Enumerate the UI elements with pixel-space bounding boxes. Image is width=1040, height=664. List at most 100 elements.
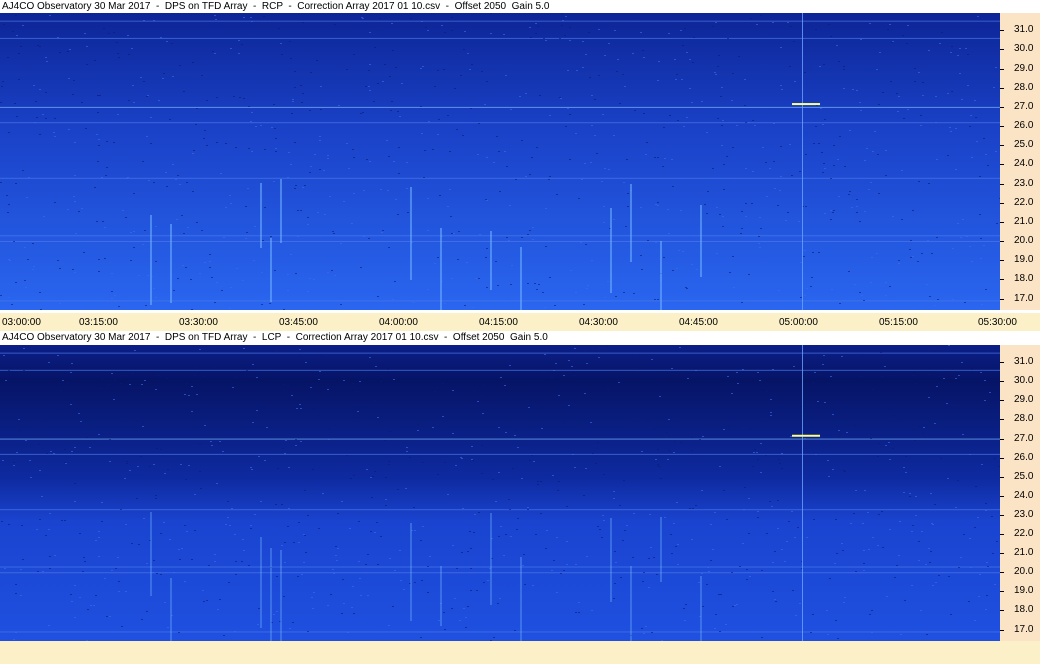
noise-speck bbox=[868, 189, 870, 190]
noise-speck bbox=[506, 237, 508, 238]
noise-speck bbox=[64, 462, 66, 463]
noise-speck bbox=[212, 51, 214, 52]
noise-speck bbox=[498, 536, 500, 537]
noise-speck bbox=[70, 372, 72, 373]
noise-speck bbox=[369, 357, 371, 358]
noise-speck bbox=[394, 281, 396, 282]
freq-tick bbox=[1000, 298, 1004, 300]
noise-speck bbox=[786, 541, 788, 542]
noise-speck bbox=[153, 288, 155, 289]
noise-speck bbox=[295, 439, 297, 440]
noise-speck bbox=[649, 402, 651, 403]
noise-speck bbox=[97, 112, 99, 113]
noise-speck bbox=[68, 78, 70, 79]
noise-speck bbox=[310, 72, 312, 73]
noise-speck bbox=[235, 377, 237, 378]
noise-speck bbox=[503, 34, 505, 35]
noise-speck bbox=[643, 633, 645, 634]
noise-speck bbox=[397, 214, 399, 215]
noise-speck bbox=[155, 495, 157, 496]
noise-speck bbox=[59, 415, 61, 416]
noise-speck bbox=[289, 628, 291, 629]
noise-speck bbox=[586, 363, 588, 364]
noise-speck bbox=[163, 522, 165, 523]
interference-line bbox=[0, 352, 1000, 354]
noise-speck bbox=[879, 52, 881, 53]
noise-speck bbox=[640, 207, 642, 208]
noise-speck bbox=[634, 110, 636, 111]
lcp-frequency-axis: 31.0 30.0 29.0 28.0 27.0 26.0 25.0 24.0 23.0 22.0… bbox=[1000, 345, 1040, 641]
noise-speck bbox=[643, 57, 645, 58]
noise-speck bbox=[957, 480, 959, 481]
noise-speck bbox=[98, 531, 100, 532]
noise-speck bbox=[714, 72, 716, 73]
noise-speck bbox=[70, 594, 72, 595]
noise-speck bbox=[442, 383, 444, 384]
noise-speck bbox=[674, 59, 676, 60]
noise-speck bbox=[320, 356, 322, 357]
noise-speck bbox=[362, 18, 364, 19]
noise-speck bbox=[392, 299, 394, 300]
noise-speck bbox=[839, 434, 841, 435]
noise-speck bbox=[584, 163, 586, 164]
noise-speck bbox=[275, 138, 277, 139]
noise-speck bbox=[173, 572, 175, 573]
noise-speck bbox=[576, 70, 578, 71]
noise-speck bbox=[772, 591, 774, 592]
noise-speck bbox=[613, 498, 615, 499]
noise-speck bbox=[534, 283, 536, 284]
noise-speck bbox=[294, 188, 296, 189]
noise-speck bbox=[935, 122, 937, 123]
noise-speck bbox=[691, 450, 693, 451]
noise-speck bbox=[108, 384, 110, 385]
noise-speck bbox=[251, 112, 253, 113]
noise-speck bbox=[902, 35, 904, 36]
noise-speck bbox=[833, 165, 835, 166]
noise-speck bbox=[292, 99, 294, 100]
noise-speck bbox=[369, 32, 371, 33]
noise-speck bbox=[980, 258, 982, 259]
noise-speck bbox=[934, 504, 936, 505]
spectrogram-background bbox=[0, 345, 1000, 641]
noise-speck bbox=[160, 533, 162, 534]
noise-speck bbox=[655, 395, 657, 396]
noise-speck bbox=[575, 387, 577, 388]
noise-speck bbox=[660, 478, 662, 479]
noise-speck bbox=[420, 68, 422, 69]
noise-speck bbox=[615, 296, 617, 297]
noise-speck bbox=[748, 274, 750, 275]
noise-speck bbox=[499, 191, 501, 192]
noise-speck bbox=[472, 460, 474, 461]
noise-speck bbox=[428, 121, 430, 122]
noise-speck bbox=[91, 346, 93, 347]
noise-speck bbox=[29, 460, 31, 461]
noise-speck bbox=[485, 410, 487, 411]
noise-speck bbox=[474, 514, 476, 515]
noise-speck bbox=[97, 95, 99, 96]
noise-speck bbox=[702, 606, 704, 607]
freq-tick bbox=[1000, 241, 1004, 243]
noise-speck bbox=[685, 604, 687, 605]
noise-speck bbox=[899, 521, 901, 522]
noise-speck bbox=[663, 407, 665, 408]
noise-speck bbox=[129, 384, 131, 385]
noise-speck bbox=[74, 483, 76, 484]
noise-speck bbox=[194, 375, 196, 376]
noise-speck bbox=[677, 120, 679, 121]
noise-speck bbox=[993, 87, 995, 88]
noise-speck bbox=[104, 578, 106, 579]
freq-tick-label: 23.0 bbox=[1014, 508, 1034, 520]
noise-speck bbox=[309, 110, 311, 111]
noise-speck bbox=[791, 511, 793, 512]
noise-speck bbox=[833, 210, 835, 211]
noise-speck bbox=[183, 233, 185, 234]
noise-speck bbox=[505, 432, 507, 433]
noise-speck bbox=[399, 116, 401, 117]
time-tick-label: 05:15:00 bbox=[879, 317, 918, 328]
noise-speck bbox=[563, 375, 565, 376]
noise-speck bbox=[760, 472, 762, 473]
noise-speck bbox=[0, 295, 2, 296]
noise-speck bbox=[846, 432, 848, 433]
noise-speck bbox=[253, 260, 255, 261]
noise-speck bbox=[898, 555, 900, 556]
